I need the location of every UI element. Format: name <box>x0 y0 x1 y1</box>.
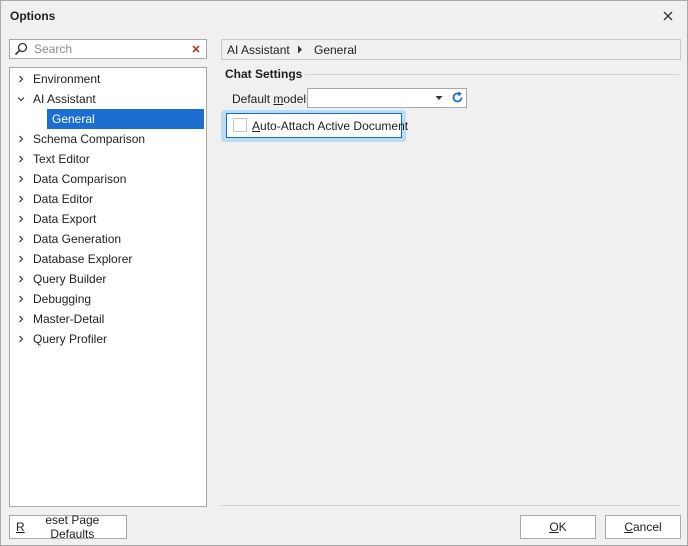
tree-item[interactable]: AI Assistant <box>10 89 206 109</box>
checkbox-square[interactable] <box>233 118 247 132</box>
search-box[interactable] <box>9 39 207 59</box>
tree-item-label: Data Export <box>33 212 97 226</box>
auto-attach-label: Auto-Attach Active Document <box>252 119 409 133</box>
tree-item[interactable]: Data Comparison <box>10 169 206 189</box>
tree-item[interactable]: Data Export <box>10 209 206 229</box>
dropdown-arrow-icon[interactable] <box>435 95 443 101</box>
tree-item-label: Master-Detail <box>33 312 105 326</box>
ok-button[interactable]: OK <box>520 515 596 539</box>
chevron-right-icon[interactable] <box>16 314 26 324</box>
chevron-down-icon[interactable] <box>16 94 26 104</box>
group-divider <box>305 74 679 75</box>
close-button[interactable] <box>657 5 679 27</box>
breadcrumb-parent[interactable]: AI Assistant <box>227 43 290 57</box>
chevron-right-icon[interactable] <box>16 74 26 84</box>
dialog-title: Options <box>10 9 56 23</box>
chevron-right-icon[interactable] <box>16 294 26 304</box>
tree-item-label: AI Assistant <box>33 92 96 106</box>
tree-item-label: Text Editor <box>33 152 90 166</box>
tree-item[interactable]: Query Builder <box>10 269 206 289</box>
tree-item[interactable]: Database Explorer <box>10 249 206 269</box>
options-tree: Environment AI Assistant General Schema Com… <box>9 67 207 507</box>
chevron-right-icon[interactable] <box>16 174 26 184</box>
tree-item-label: Query Builder <box>33 272 107 286</box>
tree-item-label: Data Generation <box>33 232 122 246</box>
search-input[interactable] <box>34 41 184 57</box>
options-dialog: Options Environment AI Assistant General Sc… <box>0 0 688 546</box>
tree-item-label: Environment <box>33 72 101 86</box>
bottom-divider <box>221 505 679 506</box>
search-icon <box>14 42 28 56</box>
reset-page-defaults-button[interactable]: Reset Page Defaults <box>9 513 127 541</box>
tree-item-label: Query Profiler <box>33 332 108 346</box>
tree-item-label: General <box>52 112 95 126</box>
default-model-label: Default model: <box>232 92 310 106</box>
tree-item[interactable]: Master-Detail <box>10 309 206 329</box>
breadcrumb-current: General <box>314 43 357 57</box>
tree-item-label: Debugging <box>33 292 92 306</box>
group-title: Chat Settings <box>225 67 303 81</box>
chevron-right-icon[interactable] <box>16 214 26 224</box>
cancel-button[interactable]: Cancel <box>605 515 681 539</box>
chevron-right-icon[interactable] <box>16 234 26 244</box>
auto-attach-checkbox[interactable]: Auto-Attach Active Document <box>226 113 408 138</box>
default-model-combo[interactable] <box>307 88 467 108</box>
tree-item[interactable]: Schema Comparison <box>10 129 206 149</box>
tree-item[interactable]: Query Profiler <box>10 329 206 349</box>
tree-item[interactable]: Data Editor <box>10 189 206 209</box>
tree-item[interactable]: Data Generation <box>10 229 206 249</box>
tree-item[interactable]: General <box>10 109 206 129</box>
chevron-right-icon[interactable] <box>16 254 26 264</box>
tree-item-label: Data Editor <box>33 192 94 206</box>
tree-item[interactable]: Debugging <box>10 289 206 309</box>
tree-item-label: Database Explorer <box>33 252 133 266</box>
chevron-right-icon[interactable] <box>16 154 26 164</box>
title-bar: Options <box>1 1 687 31</box>
chevron-right-icon[interactable] <box>16 134 26 144</box>
chevron-right-icon[interactable] <box>16 334 26 344</box>
clear-icon <box>192 45 200 53</box>
chevron-right-icon <box>298 45 302 54</box>
breadcrumb: AI Assistant General <box>221 39 681 60</box>
tree-item-label: Data Comparison <box>33 172 127 186</box>
refresh-icon[interactable] <box>451 91 464 104</box>
chevron-right-icon[interactable] <box>16 274 26 284</box>
clear-search-button[interactable] <box>190 43 202 55</box>
close-icon <box>663 11 673 21</box>
tree-item[interactable]: Text Editor <box>10 149 206 169</box>
tree-item[interactable]: Environment <box>10 69 206 89</box>
tree-item-label: Schema Comparison <box>33 132 146 146</box>
chevron-right-icon[interactable] <box>16 194 26 204</box>
